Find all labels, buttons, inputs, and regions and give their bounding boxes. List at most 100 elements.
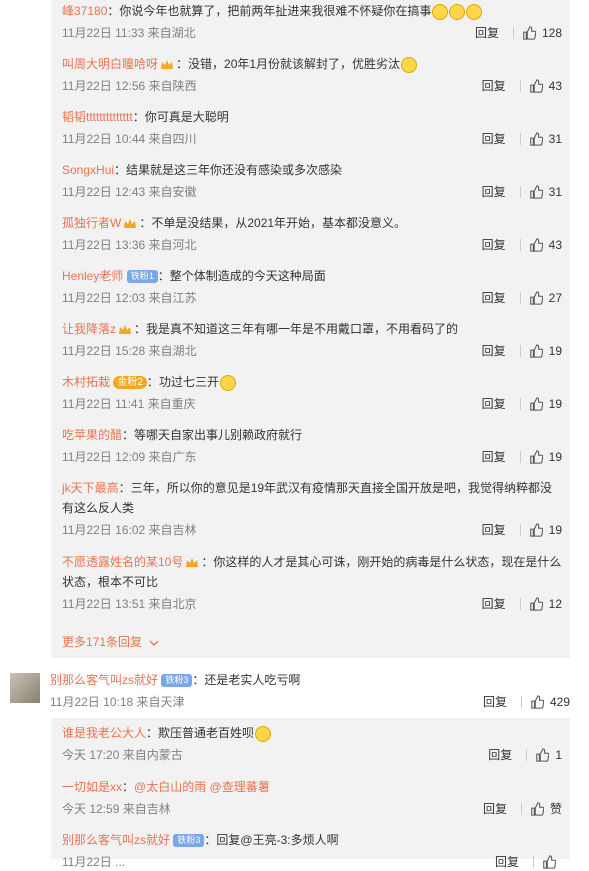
timestamp: 11月22日 10:44 来自四川 [62, 132, 197, 146]
reply-button[interactable]: 回复 [472, 183, 516, 201]
comment-text: 不单是没结果，从2021年开始，基本都没意义。 [151, 216, 407, 230]
fan-badge: 金粉2 [113, 376, 147, 390]
like-count: 429 [549, 695, 570, 709]
thumbs-up-icon [529, 291, 543, 305]
reply-button[interactable]: 回复 [472, 289, 516, 307]
thumbs-up-icon [529, 397, 543, 411]
reply-button[interactable]: 回复 [473, 693, 517, 711]
reply-button[interactable]: 回复 [465, 24, 509, 42]
mention-link[interactable]: @太白山的雨 @查理蕃薯 [134, 780, 270, 794]
username-link[interactable]: SongxHui [62, 163, 114, 177]
like-count: 43 [548, 238, 562, 252]
divider [519, 598, 521, 610]
username-link[interactable]: 一切如是xx [62, 780, 122, 794]
comment-text: 回复@王亮-3:多烦人啊 [216, 833, 339, 847]
like-button[interactable]: 19 [529, 342, 562, 360]
list-item: SongxHui：结果就是这三年你还没有感染或多次感染 11月22日 12:43… [62, 163, 562, 201]
username-link[interactable]: 不愿透露姓名的某10号 [62, 555, 183, 569]
list-item: jk天下最高：三年，所以你的意见是19年武汉有疫情那天直接全国开放是吧，我觉得纳… [62, 481, 562, 539]
emoji-icon [466, 3, 483, 20]
divider [519, 80, 521, 92]
comment-text: 三年，所以你的意见是19年武汉有疫情那天直接全国开放是吧，我觉得纳粹都没有这么反… [62, 481, 553, 515]
like-button[interactable]: 43 [529, 77, 562, 95]
comment-text: 等哪天自家出事儿别赖政府就行 [134, 428, 303, 442]
username-link[interactable]: 孤独行者W [62, 216, 121, 230]
divider [533, 856, 534, 868]
vip-crown-icon [124, 218, 137, 228]
like-button[interactable]: 12 [529, 595, 562, 613]
reply-button[interactable]: 回复 [472, 342, 516, 360]
top-comment: 别那么客气叫zs就好 铁粉3 ：还是老实人吃亏啊 11月22日 10:18 来自天… [50, 673, 570, 711]
reply-button[interactable]: 回复 [472, 236, 516, 254]
thumbs-up-icon [529, 344, 543, 358]
like-count: 19 [548, 523, 562, 537]
timestamp: 11月22日 12:43 来自安徽 [62, 185, 197, 199]
thumbs-up-icon [529, 132, 543, 146]
list-item: 别那么客气叫zs就好 铁粉3 ：回复@王亮-3:多烦人啊 11月22日 ... 回… [62, 830, 562, 871]
timestamp: 11月22日 12:09 来自广东 [62, 450, 197, 464]
like-button[interactable]: 27 [529, 289, 562, 307]
like-count: 31 [548, 185, 562, 199]
username-link[interactable]: 别那么客气叫zs就好 [50, 673, 158, 687]
reply-button[interactable]: 回复 [478, 746, 522, 764]
emoji-icon [449, 3, 466, 20]
like-button[interactable]: 1 [535, 746, 562, 764]
list-item: 韬韬tttttttttttttt：你可真是大聪明 11月22日 10:44 来自… [62, 110, 562, 148]
like-button[interactable]: 429 [530, 693, 570, 711]
username-link[interactable]: 韬韬tttttttttttttt [62, 110, 133, 124]
divider [519, 398, 521, 410]
list-item: 让我降落z ：我是真不知道这三年有哪一年是不用戴口罩，不用看码了的 11月22日 … [62, 322, 562, 360]
like-button[interactable]: 31 [529, 130, 562, 148]
divider [520, 803, 522, 815]
divider [519, 239, 521, 251]
username-link[interactable]: Henley老师 [62, 269, 123, 283]
like-button[interactable]: 19 [529, 395, 562, 413]
divider [526, 749, 528, 761]
username-link[interactable]: 谁是我老公大人 [62, 726, 146, 740]
vip-crown-icon [119, 324, 132, 334]
username-link[interactable]: 吃苹果的醋 [62, 428, 122, 442]
timestamp: 今天 17:20 来自内蒙古 [62, 748, 183, 762]
reply-button[interactable]: 回复 [472, 395, 516, 413]
username-link[interactable]: 别那么客气叫zs就好 [62, 833, 170, 847]
reply-button[interactable]: 回复 [472, 130, 516, 148]
like-button[interactable]: 128 [522, 24, 562, 42]
like-count: 31 [548, 132, 562, 146]
reply-button[interactable]: 回复 [473, 800, 517, 818]
thumbs-up-icon [529, 450, 543, 464]
more-replies-link[interactable]: 更多171条回复 [62, 633, 159, 650]
thumbs-up-icon [529, 597, 543, 611]
username-link[interactable]: 峰37180 [62, 4, 107, 18]
username-link[interactable]: 让我降落z [62, 322, 116, 336]
thumbs-up-icon [529, 238, 543, 252]
thumbs-up-icon [529, 523, 543, 537]
reply-button[interactable]: 回复 [472, 448, 516, 466]
reply-button[interactable]: 回复 [472, 521, 516, 539]
divider [519, 133, 521, 145]
avatar[interactable] [10, 673, 40, 703]
like-button[interactable]: 赞 [530, 800, 562, 818]
reply-button[interactable]: 回复 [485, 853, 529, 871]
username-link[interactable]: 叫周大明白瞳哈呀 [62, 57, 158, 71]
like-count: 19 [548, 344, 562, 358]
like-button[interactable]: 19 [529, 521, 562, 539]
like-count: 12 [548, 597, 562, 611]
emoji-icon [432, 3, 449, 20]
emoji-icon [401, 56, 418, 73]
like-count: 19 [548, 450, 562, 464]
timestamp: 11月22日 15:28 来自湖北 [62, 344, 197, 358]
thumbs-up-icon [543, 855, 556, 869]
like-button[interactable] [542, 855, 562, 869]
vip-crown-icon [186, 557, 199, 567]
reply-button[interactable]: 回复 [472, 595, 516, 613]
fan-badge: 铁粉1 [126, 270, 158, 284]
reply-button[interactable]: 回复 [472, 77, 516, 95]
username-link[interactable]: 木村拓栽 [62, 375, 110, 389]
like-button[interactable]: 19 [529, 448, 562, 466]
like-count: 43 [548, 79, 562, 93]
username-link[interactable]: jk天下最高 [62, 481, 119, 495]
like-button[interactable]: 43 [529, 236, 562, 254]
like-button[interactable]: 31 [529, 183, 562, 201]
fan-badge: 铁粉3 [173, 834, 205, 848]
divider [519, 186, 521, 198]
